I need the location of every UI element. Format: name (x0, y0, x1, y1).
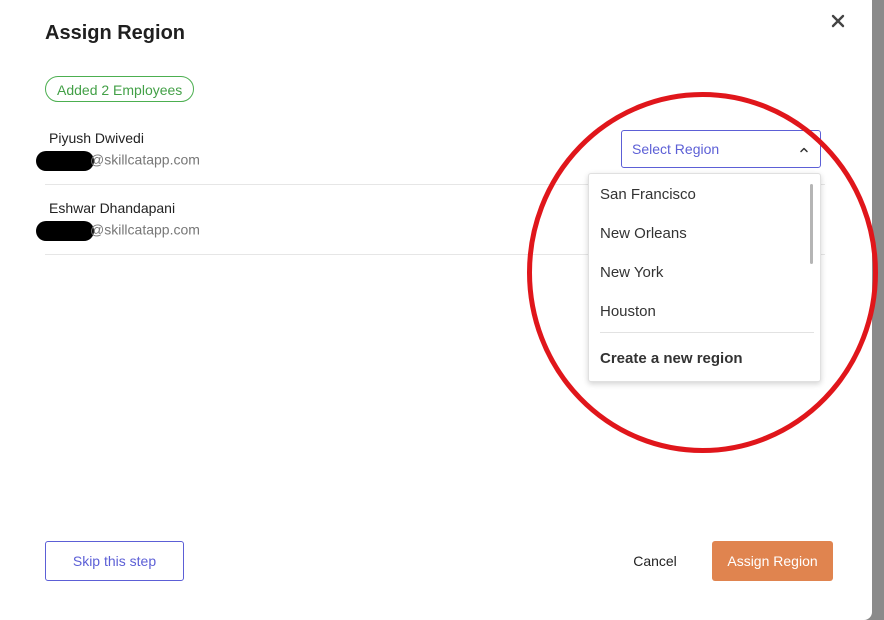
close-icon[interactable] (827, 10, 849, 32)
assign-region-modal: Assign Region Added 2 Employees Piyush D… (0, 0, 872, 620)
region-option-san-francisco[interactable]: San Francisco (600, 186, 696, 203)
employee-name: Eshwar Dhandapani (49, 200, 176, 216)
modal-title: Assign Region (45, 22, 186, 44)
region-option-new-orleans[interactable]: New Orleans (600, 225, 687, 242)
region-select-placeholder: Select Region (632, 141, 720, 157)
redaction-mark (36, 221, 94, 241)
dropdown-divider (600, 332, 814, 333)
employee-name: Piyush Dwivedi (49, 130, 144, 146)
region-option-new-york[interactable]: New York (600, 264, 663, 281)
region-dropdown: San Francisco New Orleans New York Houst… (588, 173, 821, 382)
assign-region-button[interactable]: Assign Region (712, 541, 833, 581)
region-select[interactable]: Select Region (621, 130, 821, 168)
employee-email-domain: @skillcatapp.com (90, 151, 200, 168)
dropdown-scrollbar[interactable] (810, 184, 813, 320)
redaction-mark (36, 151, 94, 171)
skip-step-button[interactable]: Skip this step (45, 541, 184, 581)
chevron-up-icon (798, 143, 810, 155)
cancel-button[interactable]: Cancel (622, 541, 688, 581)
added-employees-badge: Added 2 Employees (45, 76, 195, 102)
create-region-option[interactable]: Create a new region (600, 350, 743, 367)
dropdown-scrollbar-thumb[interactable] (810, 184, 813, 264)
region-option-houston[interactable]: Houston (600, 303, 656, 320)
employee-email-domain: @skillcatapp.com (90, 221, 200, 238)
employee-email: @skillcatapp.com (36, 151, 200, 171)
employee-email: @skillcatapp.com (36, 221, 200, 241)
